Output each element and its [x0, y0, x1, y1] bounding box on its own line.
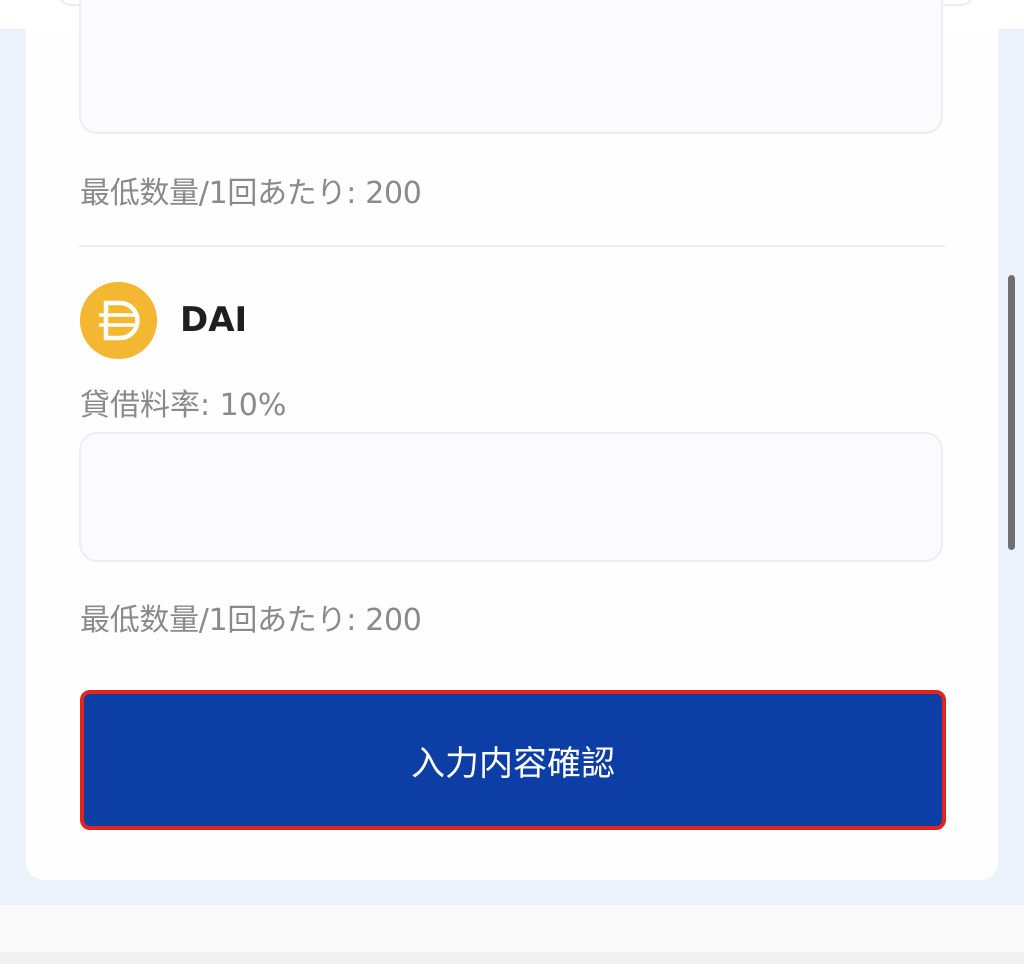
bottom-area — [0, 905, 1024, 964]
token-name-dai: DAI — [180, 300, 248, 340]
scrollbar-thumb[interactable] — [1008, 275, 1015, 550]
dai-amount-input[interactable] — [79, 432, 943, 562]
dai-min-quantity: 最低数量/1回あたり: 200 — [80, 603, 422, 638]
lending-rate-label: 貸借料率: 10% — [80, 388, 287, 423]
previous-token-min-quantity: 最低数量/1回あたり: 200 — [80, 176, 422, 211]
previous-token-amount-input[interactable] — [79, 0, 943, 134]
confirm-input-button[interactable]: 入力内容確認 — [80, 690, 946, 830]
dai-coin-icon — [80, 282, 157, 359]
bottom-shade — [0, 952, 1024, 964]
token-divider — [79, 245, 945, 247]
